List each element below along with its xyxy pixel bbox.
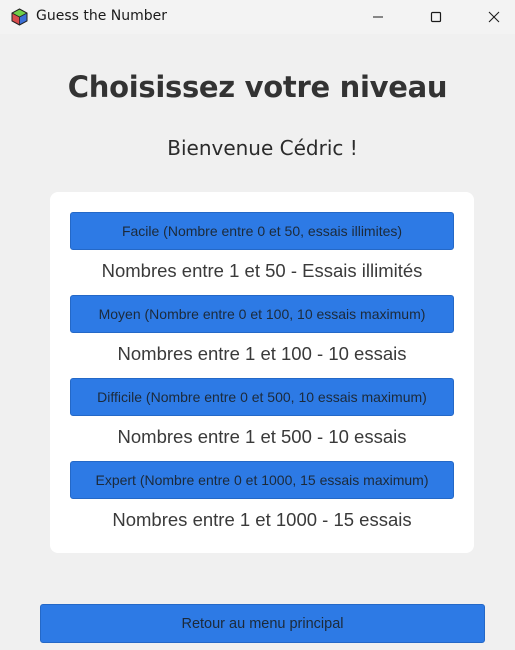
title-bar[interactable]: Guess the Number [0, 0, 515, 34]
easy-level-description: Nombres entre 1 et 50 - Essais illimités [101, 260, 423, 281]
back-to-main-menu-button[interactable]: Retour au menu principal [40, 604, 485, 643]
medium-level-button[interactable]: Moyen (Nombre entre 0 et 100, 10 essais … [70, 295, 454, 333]
hard-level-button[interactable]: Difficile (Nombre entre 0 et 500, 10 ess… [70, 378, 454, 416]
window-title: Guess the Number [36, 8, 168, 24]
hard-level-description: Nombres entre 1 et 500 - 10 essais [117, 426, 407, 447]
welcome-message: Bienvenue Cédric ! [167, 136, 358, 160]
page-title: Choisissez votre niveau [67, 70, 448, 104]
expert-level-description: Nombres entre 1 et 1000 - 15 essais [112, 509, 412, 530]
minimize-icon [373, 16, 383, 18]
cube-icon [11, 8, 28, 26]
maximize-icon [430, 11, 442, 23]
close-icon [488, 11, 500, 23]
minimize-button[interactable] [349, 0, 407, 34]
medium-level-description: Nombres entre 1 et 100 - 10 essais [117, 343, 407, 364]
level-selection-card: Facile (Nombre entre 0 et 50, essais ill… [50, 192, 474, 553]
maximize-button[interactable] [407, 0, 465, 34]
close-button[interactable] [465, 0, 515, 34]
expert-level-button[interactable]: Expert (Nombre entre 0 et 1000, 15 essai… [70, 461, 454, 499]
easy-level-button[interactable]: Facile (Nombre entre 0 et 50, essais ill… [70, 212, 454, 250]
